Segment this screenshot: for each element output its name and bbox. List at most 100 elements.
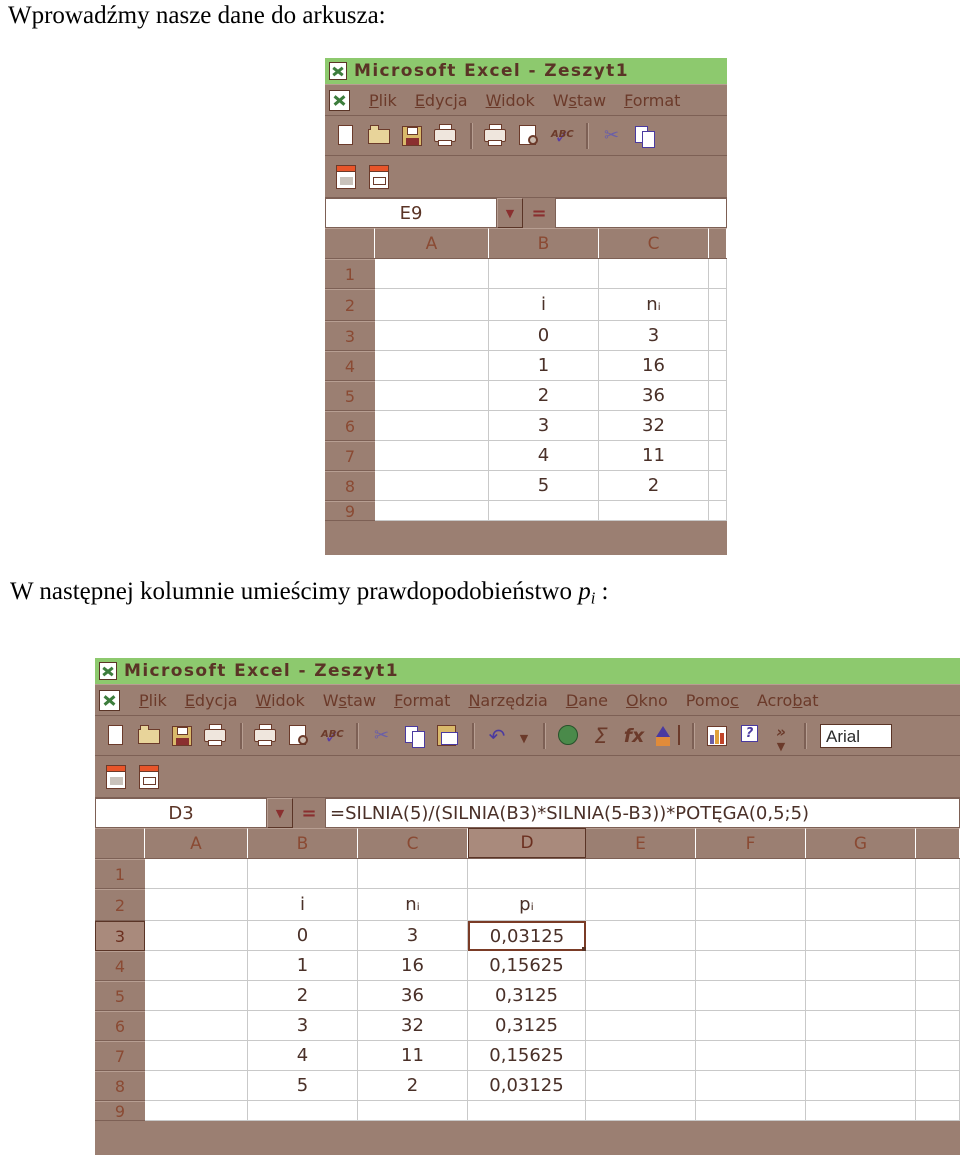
row-header-4[interactable]: 4 [95, 951, 145, 981]
row-header-7[interactable]: 7 [95, 1041, 145, 1071]
more-buttons-icon[interactable]: » ▼ [768, 721, 794, 753]
new-document-icon[interactable] [101, 721, 131, 751]
cell-c1[interactable] [358, 859, 468, 889]
pdf-convert-icon[interactable] [331, 162, 361, 192]
cell-d7[interactable]: 0,15625 [468, 1041, 586, 1071]
name-box[interactable]: E9 [325, 198, 497, 228]
row-header-6[interactable]: 6 [325, 411, 375, 441]
cell-c5[interactable]: 36 [358, 981, 468, 1011]
menu-item-pomoc[interactable]: Pomoc [677, 691, 748, 710]
column-header-a[interactable]: A [375, 228, 489, 258]
column-header-c[interactable]: C [358, 828, 468, 858]
cell-e4[interactable] [586, 951, 696, 981]
cut-scissors-icon[interactable]: ✂ [366, 721, 396, 751]
chevron-down-icon[interactable]: ▼ [267, 798, 293, 828]
row-header-8[interactable]: 8 [95, 1071, 145, 1101]
cell-d1[interactable] [468, 859, 586, 889]
cell-f7[interactable] [696, 1041, 806, 1071]
copy-icon[interactable] [399, 721, 429, 751]
cell-d4[interactable]: 0,15625 [468, 951, 586, 981]
cell-b5[interactable]: 2 [248, 981, 358, 1011]
cell-a2[interactable] [145, 889, 248, 921]
row-header-7[interactable]: 7 [325, 441, 375, 471]
cell-e7[interactable] [586, 1041, 696, 1071]
menu-item-edycja[interactable]: Edycja [176, 691, 247, 710]
cut-scissors-icon[interactable]: ✂ [596, 121, 626, 151]
cell-b2[interactable]: i [489, 289, 599, 321]
cell-e5[interactable] [586, 981, 696, 1011]
pdf-settings-icon[interactable] [364, 162, 394, 192]
column-header-partial[interactable] [709, 228, 727, 258]
cell-a9[interactable] [145, 1101, 248, 1121]
cell-a8[interactable] [145, 1071, 248, 1101]
cell-a1[interactable] [375, 259, 489, 289]
cell-a6[interactable] [375, 411, 489, 441]
column-header-partial[interactable] [916, 828, 960, 858]
column-header-g[interactable]: G [806, 828, 916, 858]
menu-item-wstaw[interactable]: Wstaw [314, 691, 385, 710]
save-disk-icon[interactable] [397, 121, 427, 151]
menu-item-widok[interactable]: Widok [477, 91, 544, 110]
cell-d4-partial[interactable] [709, 351, 727, 381]
autosum-icon[interactable]: Σ [586, 721, 616, 751]
cell-b3[interactable]: 0 [489, 321, 599, 351]
cell-c3[interactable]: 3 [358, 921, 468, 951]
cell-h4-partial[interactable] [916, 951, 960, 981]
cell-a6[interactable] [145, 1011, 248, 1041]
cell-g2[interactable] [806, 889, 916, 921]
row-header-9[interactable]: 9 [325, 501, 375, 521]
column-header-e[interactable]: E [586, 828, 696, 858]
cell-d2[interactable]: pᵢ [468, 889, 586, 921]
formula-input[interactable] [555, 198, 727, 228]
cell-a3[interactable] [375, 321, 489, 351]
cell-c7[interactable]: 11 [599, 441, 709, 471]
spellcheck-icon[interactable]: ABC ✓ [316, 721, 346, 751]
cell-g1[interactable] [806, 859, 916, 889]
print-icon[interactable] [480, 121, 510, 151]
cell-a3[interactable] [145, 921, 248, 951]
row-header-8[interactable]: 8 [325, 471, 375, 501]
cell-d8[interactable]: 0,03125 [468, 1071, 586, 1101]
cell-c6[interactable]: 32 [358, 1011, 468, 1041]
cell-a5[interactable] [375, 381, 489, 411]
cell-c7[interactable]: 11 [358, 1041, 468, 1071]
cell-g5[interactable] [806, 981, 916, 1011]
column-header-a[interactable]: A [145, 828, 248, 858]
undo-dropdown-icon[interactable]: ▼ [515, 721, 533, 751]
cell-c4[interactable]: 16 [599, 351, 709, 381]
cell-b7[interactable]: 4 [248, 1041, 358, 1071]
cell-a9[interactable] [375, 501, 489, 521]
cell-g7[interactable] [806, 1041, 916, 1071]
cell-c2[interactable]: nᵢ [599, 289, 709, 321]
row-header-5[interactable]: 5 [95, 981, 145, 1011]
new-document-icon[interactable] [331, 121, 361, 151]
row-header-5[interactable]: 5 [325, 381, 375, 411]
row-header-4[interactable]: 4 [325, 351, 375, 381]
cell-a1[interactable] [145, 859, 248, 889]
cell-a4[interactable] [375, 351, 489, 381]
cell-b6[interactable]: 3 [248, 1011, 358, 1041]
menu-item-narzedzia[interactable]: Narzędzia [459, 691, 556, 710]
cell-g4[interactable] [806, 951, 916, 981]
print-preview-icon[interactable] [513, 121, 543, 151]
cell-f5[interactable] [696, 981, 806, 1011]
row-header-2[interactable]: 2 [325, 289, 375, 321]
column-header-f[interactable]: F [696, 828, 806, 858]
menu-item-plik[interactable]: Plik [130, 691, 176, 710]
cell-c8[interactable]: 2 [599, 471, 709, 501]
cell-b8[interactable]: 5 [489, 471, 599, 501]
menu-item-format[interactable]: Format [385, 691, 459, 710]
spellcheck-icon[interactable]: ABC ✓ [546, 121, 576, 151]
paste-icon[interactable] [432, 721, 462, 751]
cell-a7[interactable] [375, 441, 489, 471]
cell-c5[interactable]: 36 [599, 381, 709, 411]
cell-h8-partial[interactable] [916, 1071, 960, 1101]
cell-f8[interactable] [696, 1071, 806, 1101]
column-header-c[interactable]: C [599, 228, 709, 258]
name-box[interactable]: D3 [95, 798, 267, 828]
cell-d3-active[interactable]: 0,03125 [468, 921, 588, 953]
menu-item-okno[interactable]: Okno [617, 691, 677, 710]
cell-b4[interactable]: 1 [489, 351, 599, 381]
cell-d8-partial[interactable] [709, 471, 727, 501]
print-to-file-icon[interactable] [430, 121, 460, 151]
